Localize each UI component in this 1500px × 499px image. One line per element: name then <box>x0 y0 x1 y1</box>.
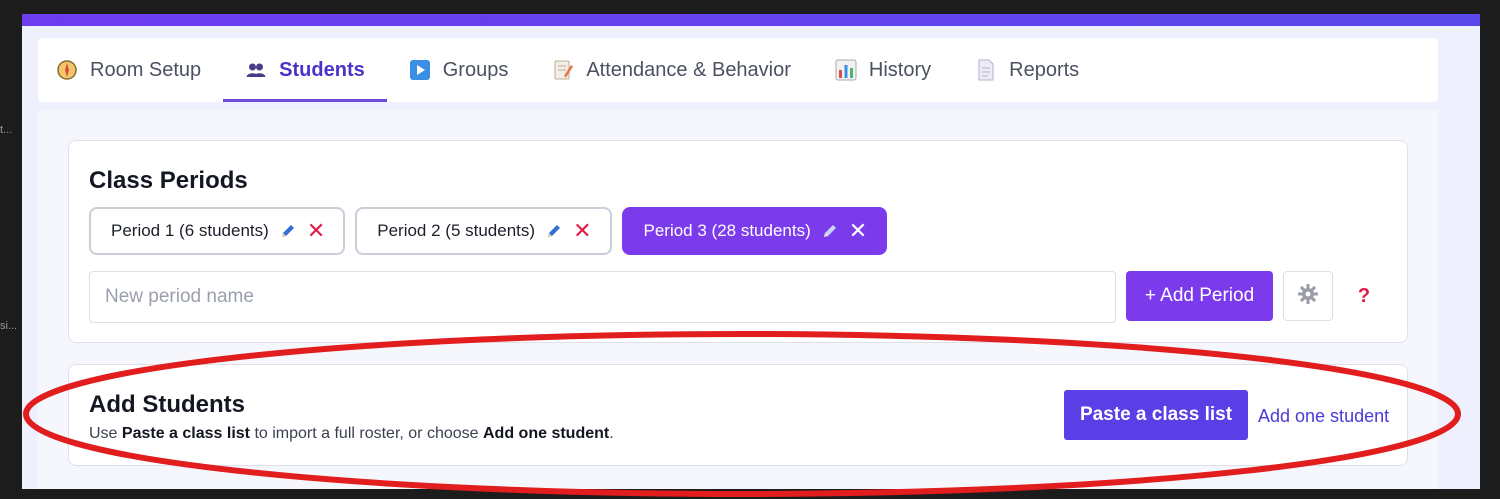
tab-label: History <box>868 58 932 81</box>
pencil-icon[interactable] <box>821 222 839 240</box>
gear-icon <box>1297 283 1319 310</box>
period-chip-label: Period 3 (28 students) <box>643 221 811 240</box>
clipped-side-text: t... <box>0 124 13 136</box>
card-title: Add Students <box>89 391 245 418</box>
clipped-side-text: si... <box>0 320 18 332</box>
tab-groups[interactable]: Groups <box>387 38 531 102</box>
class-periods-card: Class Periods Period 1 (6 students) ✕ Pe… <box>68 140 1408 343</box>
add-students-card: Add Students Use Paste a class list to i… <box>68 364 1408 466</box>
top-accent-bar <box>22 14 1480 26</box>
paste-class-list-button[interactable]: Paste a class list <box>1064 390 1248 440</box>
add-students-description: Use Paste a class list to import a full … <box>89 425 614 442</box>
close-icon[interactable]: ✕ <box>573 220 591 242</box>
settings-button[interactable] <box>1283 271 1333 321</box>
tab-label: Room Setup <box>90 58 202 81</box>
tab-students[interactable]: Students <box>223 38 387 102</box>
add-period-button[interactable]: + Add Period <box>1126 271 1273 321</box>
card-title: Class Periods <box>89 167 248 194</box>
help-button[interactable]: ? <box>1347 271 1381 321</box>
close-icon[interactable]: ✕ <box>307 220 325 242</box>
tab-label: Groups <box>442 58 509 81</box>
people-icon <box>245 59 267 81</box>
tab-attendance-behavior[interactable]: Attendance & Behavior <box>530 38 813 102</box>
period-chip[interactable]: Period 2 (5 students) ✕ <box>355 207 612 255</box>
document-icon <box>975 59 997 81</box>
period-chips: Period 1 (6 students) ✕ Period 2 (5 stud… <box>89 207 888 255</box>
tab-label: Reports <box>1009 58 1080 81</box>
pencil-icon[interactable] <box>279 222 297 240</box>
app-window: Room Setup Students Groups Attendance & … <box>22 14 1480 489</box>
period-chip-label: Period 2 (5 students) <box>377 221 536 240</box>
period-chip-selected[interactable]: Period 3 (28 students) ✕ <box>621 207 888 255</box>
add-one-student-link[interactable]: Add one student <box>1258 406 1389 427</box>
memo-icon <box>552 59 574 81</box>
question-icon: ? <box>1357 284 1371 307</box>
tab-reports[interactable]: Reports <box>953 38 1101 102</box>
close-icon[interactable]: ✕ <box>849 220 867 242</box>
tab-bar: Room Setup Students Groups Attendance & … <box>38 38 1438 102</box>
bar-chart-icon <box>835 59 857 81</box>
play-icon <box>409 59 431 81</box>
tab-label: Students <box>279 58 365 81</box>
period-chip[interactable]: Period 1 (6 students) ✕ <box>89 207 346 255</box>
tab-room-setup[interactable]: Room Setup <box>56 38 223 102</box>
new-period-input[interactable] <box>89 271 1116 323</box>
main-content: Class Periods Period 1 (6 students) ✕ Pe… <box>38 110 1438 489</box>
compass-icon <box>56 59 78 81</box>
tab-history[interactable]: History <box>813 38 953 102</box>
period-chip-label: Period 1 (6 students) <box>111 221 269 240</box>
tab-label: Attendance & Behavior <box>586 58 791 81</box>
pencil-icon[interactable] <box>545 222 563 240</box>
